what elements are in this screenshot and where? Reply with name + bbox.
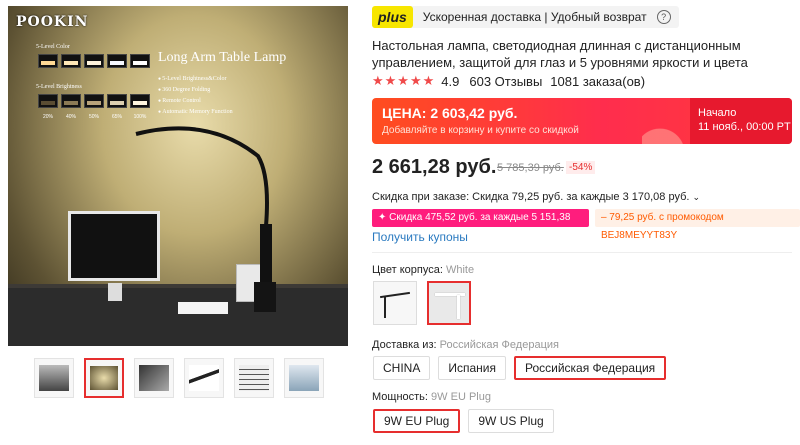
product-title: Настольная лампа, светодиодная длинная с… bbox=[372, 38, 748, 70]
promo-row: ✦ Скидка 475,52 руб. за каждые 5 151,38 … bbox=[372, 209, 800, 241]
thumbnail[interactable] bbox=[184, 358, 224, 398]
lamp-stem bbox=[457, 295, 460, 319]
store-discount-badge[interactable]: ✦ Скидка 475,52 руб. за каждые 5 151,38 … bbox=[372, 209, 589, 241]
thumbnail[interactable] bbox=[34, 358, 74, 398]
color-option-black[interactable] bbox=[373, 281, 417, 325]
power-title: Мощность: bbox=[372, 391, 428, 403]
banner-subtitle: Добавляйте в корзину и купите со скидкой bbox=[382, 125, 579, 136]
lamp-clamp bbox=[254, 282, 276, 312]
ship-from-title: Доставка из: bbox=[372, 339, 437, 351]
reviews-link[interactable]: 603 Отзывы bbox=[469, 74, 542, 89]
color-option-white[interactable] bbox=[427, 281, 471, 325]
help-icon[interactable]: ? bbox=[656, 10, 671, 24]
banner-start-date: 11 нояб., 00:00 PT bbox=[698, 121, 791, 133]
chevron-down-icon: ⌄ bbox=[692, 192, 701, 202]
thumbnail[interactable] bbox=[284, 358, 324, 398]
discount-badge: -54% bbox=[566, 161, 596, 174]
lamp-stem bbox=[384, 296, 386, 318]
power-label: Мощность: 9W EU Plug bbox=[372, 391, 491, 403]
body-color-value: White bbox=[445, 264, 475, 276]
plus-badge: plus bbox=[372, 6, 413, 28]
lamp-arm bbox=[435, 293, 465, 296]
plus-text: Ускоренная доставка | Удобный возврат bbox=[422, 10, 647, 24]
star-rating-icon: ★★★★★ bbox=[372, 73, 436, 88]
divider bbox=[372, 252, 792, 253]
get-coupons-link[interactable]: Получить купоны bbox=[372, 230, 468, 244]
sale-price-banner: ЦЕНА: 2 603,42 руб. Добавляйте в корзину… bbox=[372, 98, 792, 144]
ship-from-options: CHINA Испания Российская Федерация bbox=[373, 356, 667, 380]
power-value: 9W EU Plug bbox=[431, 391, 491, 403]
main-product-image[interactable]: POOKIN 5-Level Color 5-Level Brightness … bbox=[8, 6, 348, 346]
thumbnail[interactable] bbox=[134, 358, 174, 398]
lamp-pole bbox=[260, 224, 272, 282]
thumbnail[interactable] bbox=[234, 358, 274, 398]
ship-option-spain[interactable]: Испания bbox=[438, 356, 506, 380]
order-discount[interactable]: Скидка при заказе: Скидка 79,25 руб. за … bbox=[372, 191, 700, 203]
banner-start-time: Начало 11 нояб., 00:00 PT bbox=[698, 106, 791, 134]
color-options bbox=[373, 281, 471, 325]
plus-bar: plus Ускоренная доставка | Удобный возвр… bbox=[372, 6, 679, 28]
banner-price: ЦЕНА: 2 603,42 руб. bbox=[382, 105, 518, 121]
current-price: 2 661,28 руб. bbox=[372, 156, 497, 178]
ship-from-value: Российская Федерация bbox=[439, 339, 559, 351]
ship-option-russia[interactable]: Российская Федерация bbox=[513, 356, 667, 380]
order-discount-text: Скидка при заказе: Скидка 79,25 руб. за … bbox=[372, 191, 690, 203]
banner-start-label: Начало bbox=[698, 107, 737, 119]
lamp-arm-illustration bbox=[135, 126, 269, 227]
thumbnail-strip bbox=[34, 358, 324, 398]
power-options: 9W EU Plug 9W US Plug bbox=[373, 409, 554, 433]
rating-value: 4.9 bbox=[441, 73, 460, 89]
rating-row: ★★★★★ 4.9 603 Отзывы 1081 заказа(ов) bbox=[372, 73, 645, 89]
power-option-us[interactable]: 9W US Plug bbox=[468, 409, 554, 433]
ship-from-label: Доставка из: Российская Федерация bbox=[372, 339, 559, 351]
promo-code-badge[interactable]: – 79,25 руб. с промокодом BEJ8MEYYT83Y bbox=[594, 209, 800, 241]
thumbnail-active[interactable] bbox=[84, 358, 124, 398]
old-price: 5 785,39 руб. bbox=[497, 162, 564, 174]
power-option-eu[interactable]: 9W EU Plug bbox=[373, 409, 461, 433]
ship-option-china[interactable]: CHINA bbox=[373, 356, 431, 380]
orders-count: 1081 заказа(ов) bbox=[550, 73, 646, 89]
body-color-label: Цвет корпуса: White bbox=[372, 264, 474, 276]
body-color-title: Цвет корпуса: bbox=[372, 264, 443, 276]
